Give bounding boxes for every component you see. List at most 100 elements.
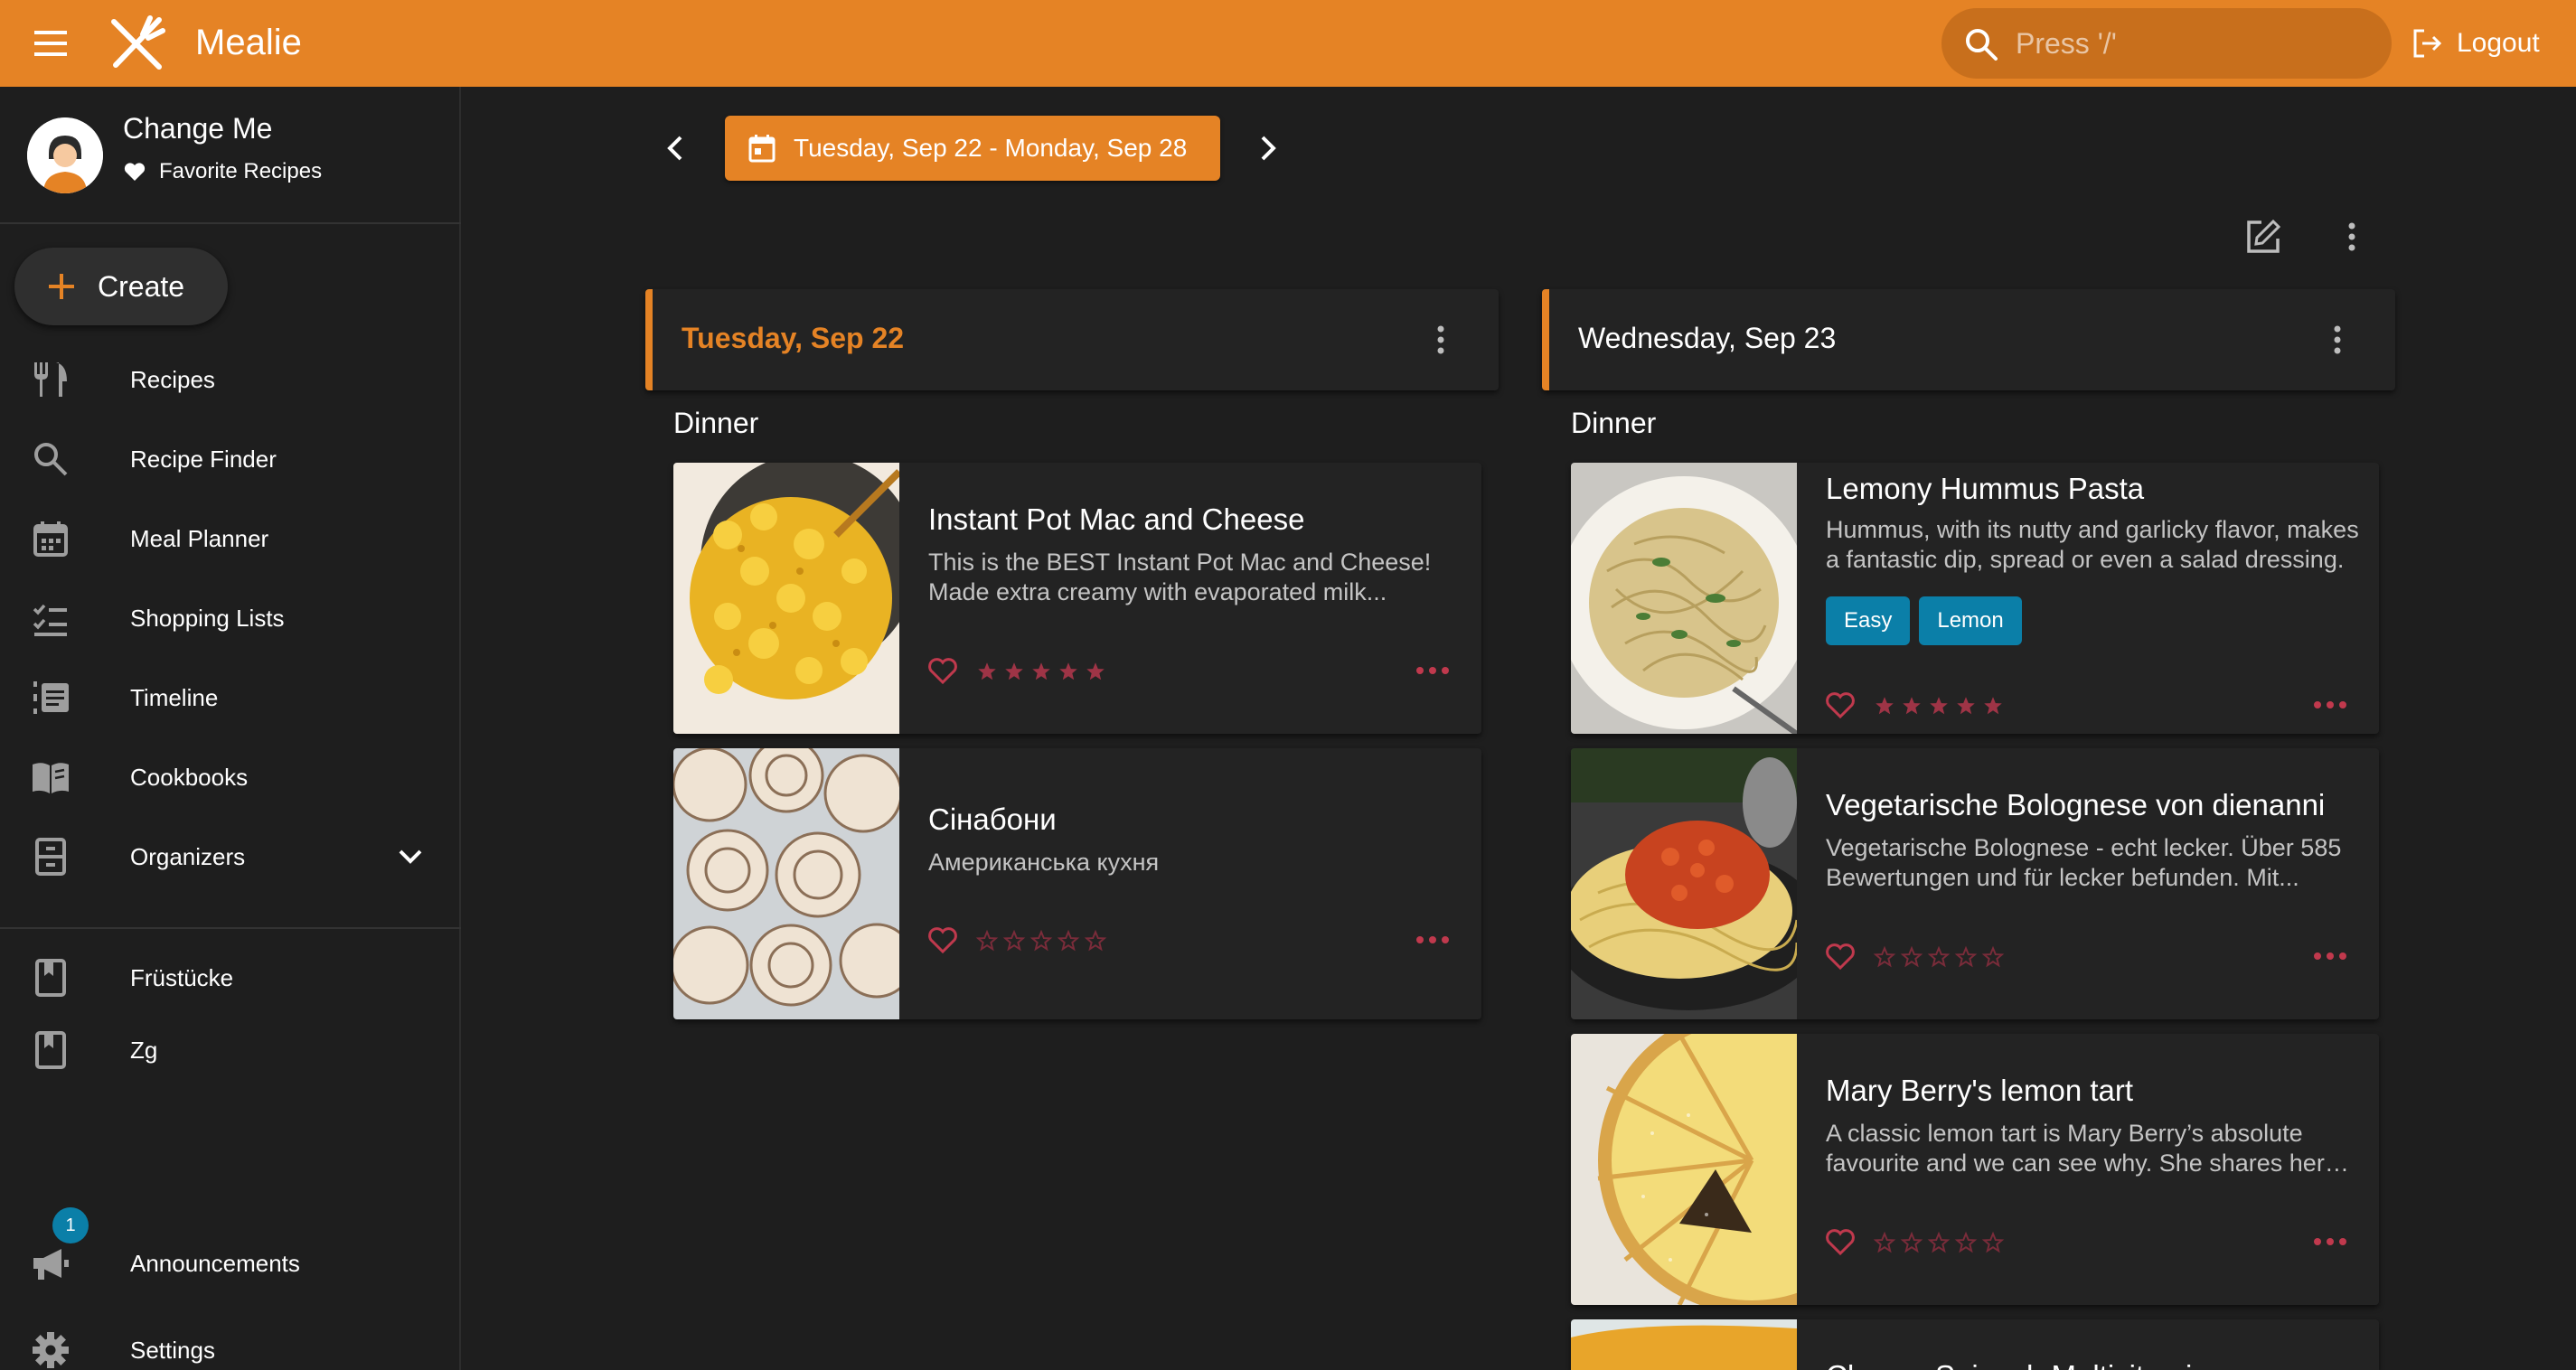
search-icon xyxy=(34,443,68,476)
sidebar-item-recipes[interactable]: Recipes xyxy=(0,343,459,416)
rating-stars[interactable] xyxy=(1873,1231,2008,1254)
sidebar-item-announcements[interactable]: 1 Announcements xyxy=(0,1207,459,1300)
chevron-left-icon xyxy=(667,136,682,161)
more-horizontal-icon[interactable] xyxy=(1413,931,1453,949)
book-icon xyxy=(33,763,69,793)
recipe-card[interactable]: Vegetarische Bolognese von dienanni Vege… xyxy=(1571,748,2379,1019)
star-outline-icon xyxy=(1873,945,1896,968)
recipe-title[interactable]: Lemony Hummus Pasta xyxy=(1826,472,2359,506)
sidebar-item-meal-planner[interactable]: Meal Planner xyxy=(0,502,459,575)
recipe-card[interactable]: Lemony Hummus Pasta Hummus, with its nut… xyxy=(1571,463,2379,734)
app-title[interactable]: Mealie xyxy=(195,20,302,65)
calendar-icon xyxy=(33,521,68,557)
recipe-card[interactable]: Mary Berry's lemon tart A classic lemon … xyxy=(1571,1034,2379,1305)
more-vertical-icon xyxy=(2348,222,2355,251)
sidebar-item-label: Timeline xyxy=(130,683,219,711)
logout-button[interactable]: Logout xyxy=(2410,22,2540,65)
recipe-image xyxy=(1571,463,1797,734)
day-header: Wednesday, Sep 23 xyxy=(1542,289,2395,390)
sidebar-item-cookbook-fruhstucke[interactable]: Früstücke xyxy=(0,942,459,1014)
more-horizontal-icon[interactable] xyxy=(2310,696,2350,714)
sidebar-item-cookbook-zg[interactable]: Zg xyxy=(0,1014,459,1086)
tag-chip[interactable]: Lemon xyxy=(1919,596,2022,645)
sidebar-item-shopping-lists[interactable]: Shopping Lists xyxy=(0,582,459,654)
meal-type-label: Dinner xyxy=(1571,407,1657,439)
sidebar-item-label: Announcements xyxy=(130,1249,300,1277)
date-range-label: Tuesday, Sep 22 - Monday, Sep 28 xyxy=(794,134,1188,162)
recipe-title[interactable]: Cheesy Spinach Multivitamin xyxy=(1826,1359,2359,1370)
recipe-description: Hummus, with its nutty and garlicky flav… xyxy=(1826,516,2359,573)
more-horizontal-icon[interactable] xyxy=(2310,1233,2350,1251)
more-horizontal-icon[interactable] xyxy=(1413,662,1453,680)
recipe-image xyxy=(1571,1319,1797,1370)
logout-label: Logout xyxy=(2457,28,2540,58)
day-title: Wednesday, Sep 23 xyxy=(1578,322,1837,354)
rating-stars[interactable] xyxy=(1873,945,2008,969)
sidebar-item-recipe-finder[interactable]: Recipe Finder xyxy=(0,423,459,495)
rating-stars[interactable] xyxy=(975,929,1111,952)
rating-stars[interactable] xyxy=(975,660,1111,683)
edit-plan-button[interactable] xyxy=(2243,217,2283,257)
star-outline-icon xyxy=(1084,929,1107,952)
bookmark-book-icon xyxy=(35,959,66,997)
sidebar-item-timeline[interactable]: Timeline xyxy=(0,662,459,734)
recipe-title[interactable]: Instant Pot Mac and Cheese xyxy=(928,502,1462,537)
recipe-card[interactable]: Сінабони Американська кухня xyxy=(673,748,1481,1019)
create-button[interactable]: Create xyxy=(14,248,228,325)
sidebar-item-settings[interactable]: Settings xyxy=(0,1314,459,1370)
heart-icon[interactable] xyxy=(926,654,959,687)
sidebar-item-cookbooks[interactable]: Cookbooks xyxy=(0,741,459,813)
recipe-card[interactable]: Cheesy Spinach Multivitamin xyxy=(1571,1319,2379,1370)
bookmark-book-icon xyxy=(35,1031,66,1069)
recipe-title[interactable]: Vegetarische Bolognese von dienanni xyxy=(1826,788,2359,822)
star-outline-icon xyxy=(1981,1231,2005,1253)
recipe-image xyxy=(1571,748,1797,1019)
sidebar-item-label: Recipe Finder xyxy=(130,445,277,473)
sidebar-item-organizers[interactable]: Organizers xyxy=(0,821,459,893)
date-range-button[interactable]: Tuesday, Sep 22 - Monday, Sep 28 xyxy=(725,116,1220,181)
star-outline-icon xyxy=(1029,929,1053,952)
favorite-recipes-label: Favorite Recipes xyxy=(159,159,323,183)
menu-icon[interactable] xyxy=(31,25,71,61)
announcements-badge: 1 xyxy=(52,1207,89,1243)
star-filled-icon xyxy=(1903,697,1921,715)
tag-chip[interactable]: Easy xyxy=(1826,596,1911,645)
chevron-down-icon[interactable] xyxy=(394,840,427,873)
user-name[interactable]: Change Me xyxy=(123,112,272,145)
star-filled-icon xyxy=(978,662,996,680)
search-bar[interactable] xyxy=(1941,8,2392,79)
star-outline-icon xyxy=(1900,1231,1923,1253)
sidebar-item-label: Settings xyxy=(130,1336,215,1364)
recipe-title[interactable]: Mary Berry's lemon tart xyxy=(1826,1074,2359,1108)
recipe-card[interactable]: Instant Pot Mac and Cheese This is the B… xyxy=(673,463,1481,734)
next-week-button[interactable] xyxy=(1247,128,1287,168)
heart-icon[interactable] xyxy=(1824,1225,1857,1258)
favorite-recipes-link[interactable]: Favorite Recipes xyxy=(123,159,322,184)
mealie-logo-icon[interactable] xyxy=(107,14,168,72)
top-app-bar: Mealie Logout xyxy=(0,0,2576,87)
recipe-title[interactable]: Сінабони xyxy=(928,802,1462,837)
heart-icon[interactable] xyxy=(1824,940,1857,972)
star-filled-icon xyxy=(1984,697,2002,715)
sidebar-divider xyxy=(0,222,461,224)
avatar[interactable] xyxy=(27,117,103,193)
previous-week-button[interactable] xyxy=(656,128,696,168)
logout-icon xyxy=(2413,29,2442,58)
rating-stars[interactable] xyxy=(1873,694,2008,718)
search-input[interactable] xyxy=(2016,21,2368,66)
sidebar-item-label: Organizers xyxy=(130,842,246,870)
day-header: Tuesday, Sep 22 xyxy=(645,289,1499,390)
star-filled-icon xyxy=(1876,697,1894,715)
more-horizontal-icon[interactable] xyxy=(2310,947,2350,965)
heart-icon[interactable] xyxy=(926,924,959,956)
heart-icon[interactable] xyxy=(1824,689,1857,721)
meal-type-label: Dinner xyxy=(673,407,759,439)
star-outline-icon xyxy=(1927,1231,1951,1253)
star-outline-icon xyxy=(1927,945,1951,968)
more-vertical-icon[interactable] xyxy=(2319,322,2355,358)
heart-icon xyxy=(124,163,146,181)
star-filled-icon xyxy=(1005,662,1023,680)
more-options-button[interactable] xyxy=(2332,217,2372,257)
create-label: Create xyxy=(98,269,185,303)
more-vertical-icon[interactable] xyxy=(1423,322,1459,358)
